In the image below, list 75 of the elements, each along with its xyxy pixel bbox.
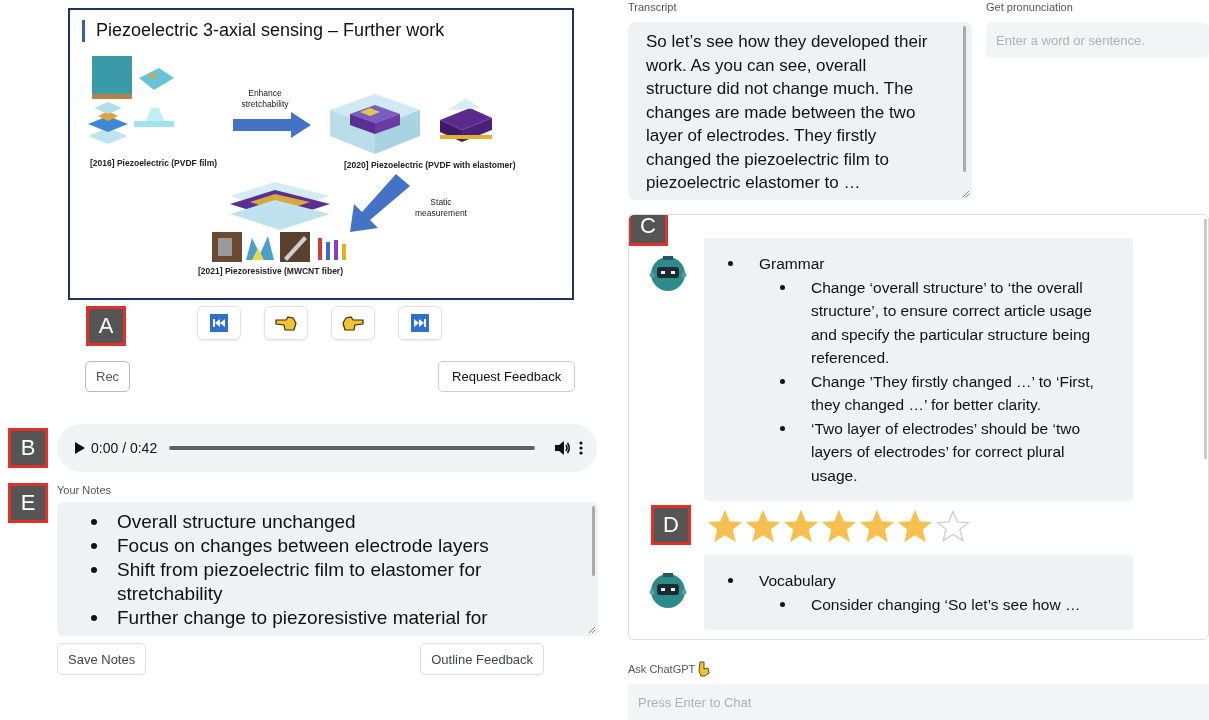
filled-star-icon (708, 510, 742, 543)
scrollbar[interactable] (963, 26, 966, 172)
field-label: Your Notes (57, 483, 113, 497)
pointing-hand-icon (342, 314, 364, 332)
chat-input[interactable]: Press Enter to Chat (628, 684, 1209, 720)
bullet-icon (780, 601, 785, 607)
transcript-text: So let’s see how they developed their work. As you can see, overall structure did not change much. The changes are made between the two layer of electrodes. They firstly changed the piezoelectric film to piezoelectric elastomer to … (646, 31, 929, 194)
next-slide-button[interactable] (331, 306, 375, 340)
play-icon (75, 442, 85, 454)
feedback-item: ‘Two layer of electrodes’ should be ‘two layers of electrodes’ for correct plural usage. (811, 418, 1082, 486)
figure-caption: [2020] Piezoelectric (PVDF with elastomer) (344, 160, 516, 170)
skip-forward-icon (411, 314, 429, 332)
pronunciation-field[interactable]: Enter a word or sentence. (986, 22, 1209, 58)
skip-back-icon (210, 314, 228, 332)
figure-caption: [2016] Piezoelectric (PVDF film) (90, 158, 218, 168)
bullet-icon (91, 519, 97, 525)
note-item: Focus on changes between electrode layers (117, 534, 490, 558)
feedback-category: Grammar (759, 254, 825, 275)
first-slide-button[interactable] (197, 306, 241, 340)
annotation-label: C (629, 215, 668, 247)
annotation-label: D (651, 505, 691, 546)
previous-slide-button[interactable] (264, 306, 308, 340)
feedback-item: Consider changing ‘So let’s see how … (811, 594, 1082, 615)
robot-avatar-icon (648, 570, 688, 611)
annotation-label: A (86, 306, 126, 346)
scrollbar[interactable] (592, 506, 595, 576)
scrollbar[interactable] (1204, 219, 1207, 460)
title-accent-bar (82, 20, 85, 42)
resize-handle-icon (588, 626, 596, 634)
field-label: Ask ChatGPT (628, 662, 696, 677)
save-notes-button[interactable]: Save Notes (57, 643, 147, 675)
bullet-icon (780, 378, 785, 384)
bullet-icon (91, 567, 97, 573)
filled-star-icon (746, 510, 780, 543)
arrow-label: Static measurement (414, 197, 468, 219)
annotation-label: B (8, 428, 48, 468)
note-item: Shift from piezoelectric film to elastomer for stretchability (117, 558, 483, 606)
bullet-icon (91, 543, 97, 549)
bullet-icon (780, 425, 785, 431)
feedback-category: Vocabulary (759, 571, 836, 592)
pointing-hand-icon (275, 314, 297, 332)
arrow-icon (350, 174, 410, 232)
feedback-item: Change ’They firstly changed …’ to ‘First, they changed …’ for better clarity. (811, 371, 1095, 416)
volume-icon (555, 441, 571, 455)
feedback-item: Change ‘overall structure’ to ‘the overall structure’, to ensure correct article usage and specify the particular structure being referenced. (811, 277, 1093, 369)
filled-star-icon (822, 510, 856, 543)
note-item: Further change to piezoresistive material for (117, 606, 489, 630)
more-icon (579, 441, 583, 455)
field-label: Transcript (628, 0, 678, 14)
request-feedback-button[interactable]: Request Feedback (438, 361, 576, 392)
pointing-hand-icon (698, 661, 711, 678)
robot-avatar-icon (648, 253, 688, 294)
notes-field[interactable]: Overall structure unchanged Focus on changes between electrode layers Shift from piezoelectric film to elastomer for stretchability Further change to piezoresistive material for (57, 502, 598, 636)
last-slide-button[interactable] (398, 306, 442, 340)
empty-star-icon (936, 510, 970, 543)
slide-title: Piezoelectric 3-axial sensing – Further work (96, 20, 445, 41)
note-item: Overall structure unchanged (117, 510, 357, 534)
arrow-icon (233, 112, 311, 138)
bullet-icon (91, 615, 97, 621)
annotation-label: E (8, 483, 48, 523)
star-rating[interactable]: D (629, 501, 1208, 552)
bullet-icon (728, 578, 733, 584)
playback-time: 0:00 / 0:42 (91, 440, 158, 456)
record-button[interactable]: Rec (85, 361, 131, 392)
filled-star-icon (898, 510, 932, 543)
transcript-field[interactable] (628, 22, 972, 200)
bullet-icon (728, 261, 733, 267)
figure-caption: [2021] Piezoresistive (MWCNT fiber) (198, 266, 343, 276)
arrow-label: Enhance stretchability (240, 88, 290, 110)
filled-star-icon (860, 510, 894, 543)
outline-feedback-button[interactable]: Outline Feedback (420, 643, 545, 675)
bullet-icon (780, 284, 785, 290)
filled-star-icon (784, 510, 818, 543)
field-label: Get pronunciation (986, 0, 1074, 14)
resize-handle-icon (962, 190, 970, 198)
